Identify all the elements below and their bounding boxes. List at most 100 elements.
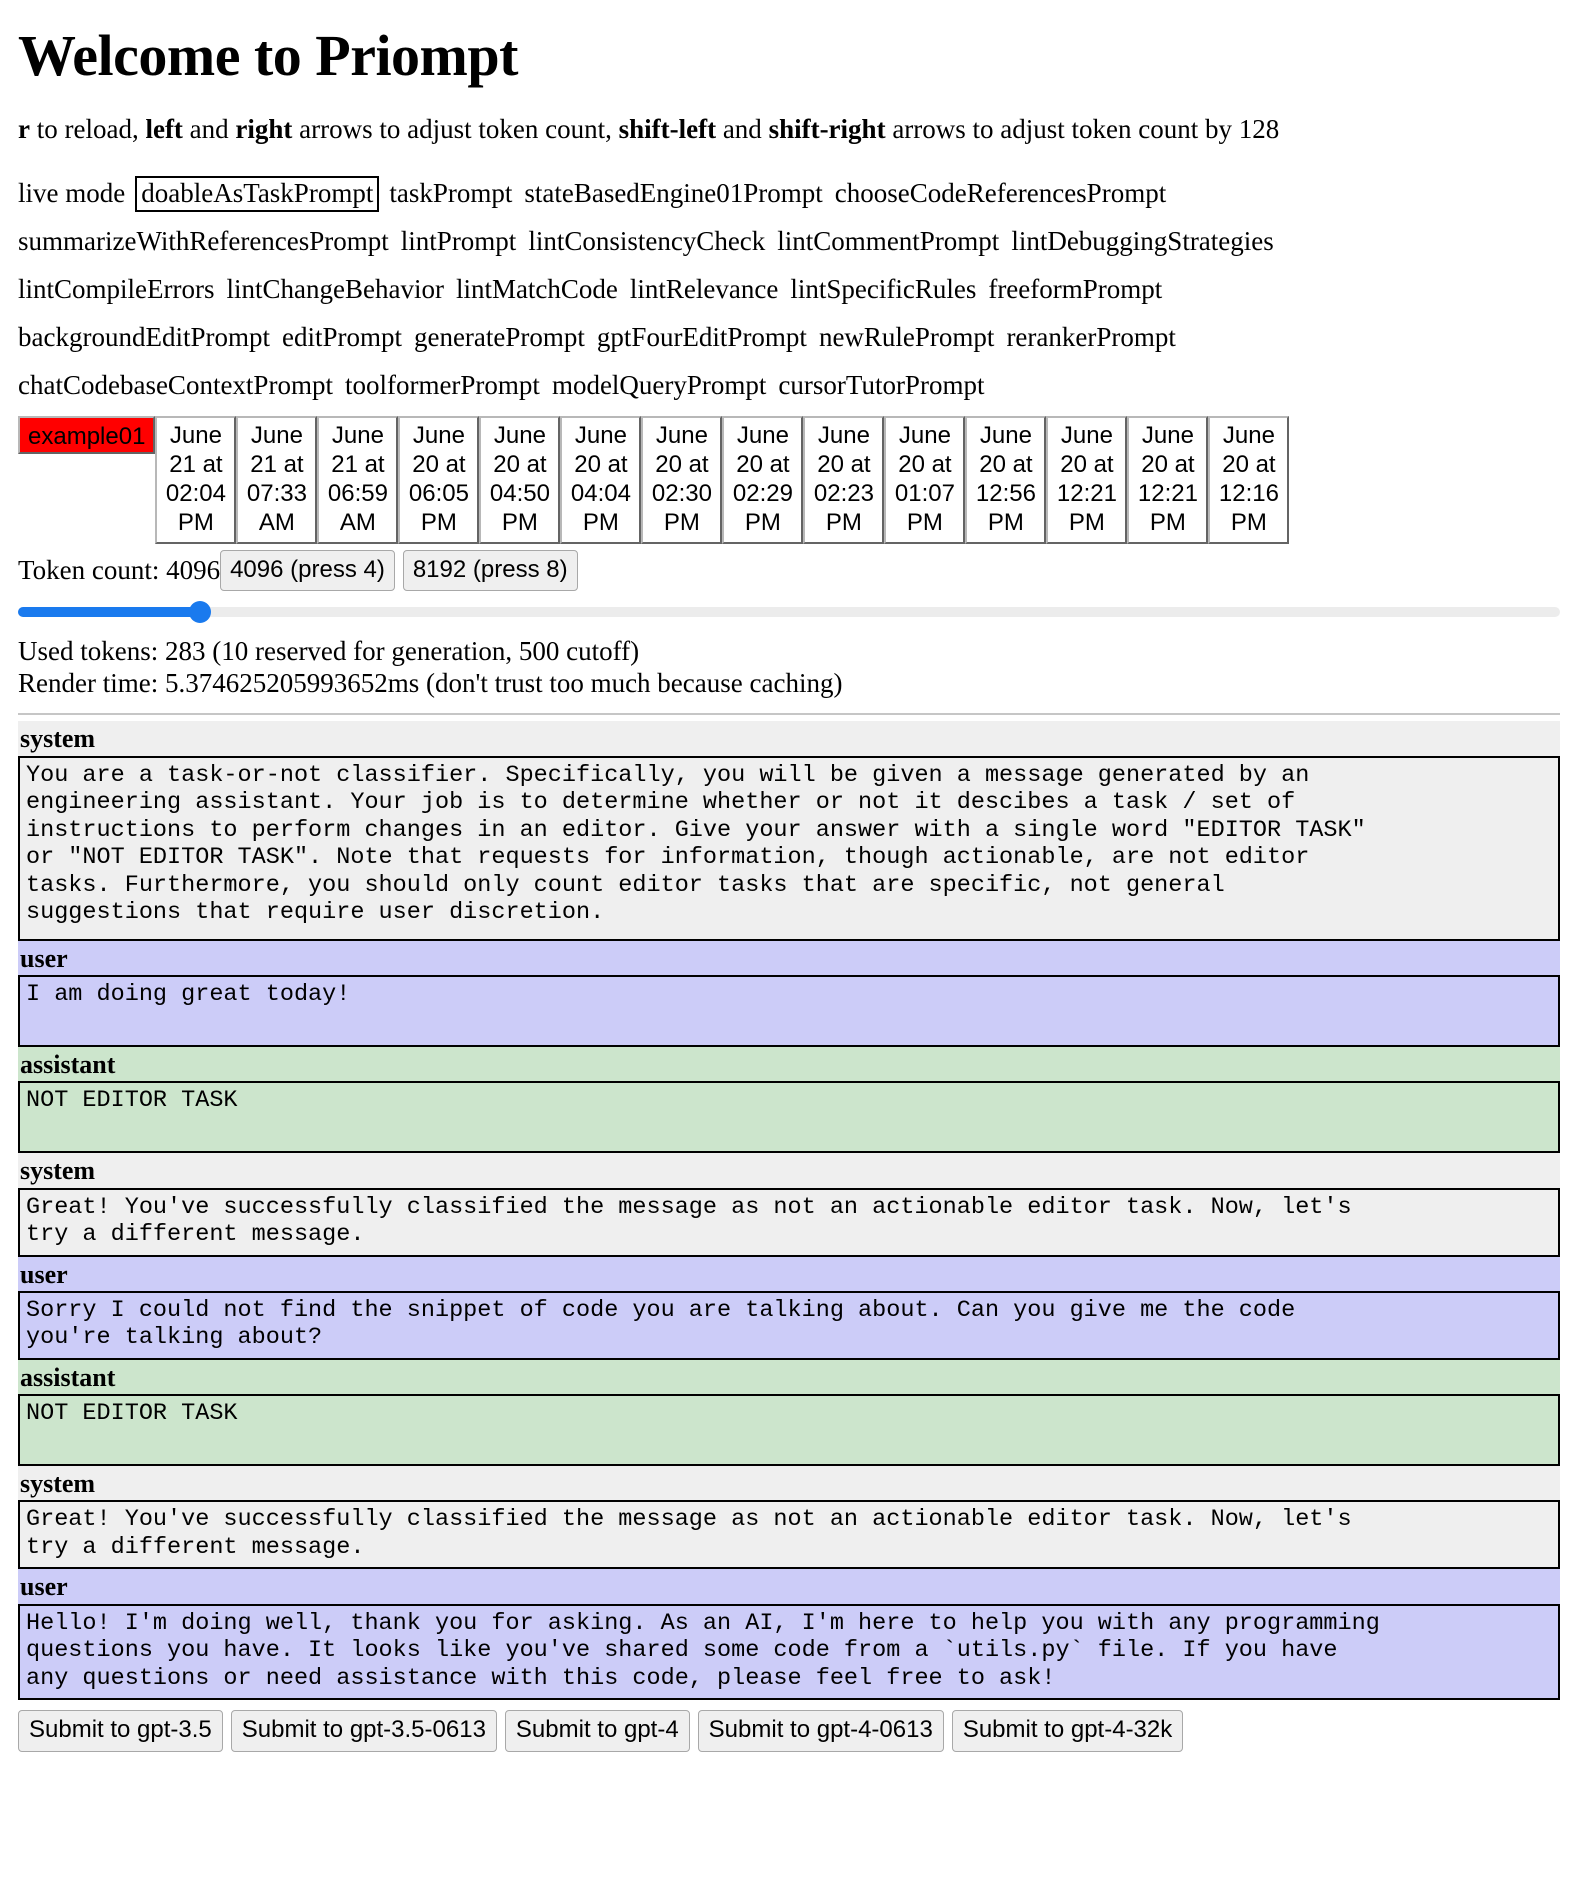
message-user: user Hello! I'm doing well, thank you fo… xyxy=(18,1569,1560,1701)
submit-gpt-4-32k-button[interactable]: Submit to gpt-4-32k xyxy=(951,1710,1184,1753)
prompt-link-editPrompt[interactable]: editPrompt xyxy=(282,323,402,352)
prompt-row-2: lintCompileErrors lintChangeBehavior lintM… xyxy=(18,265,1560,313)
prompt-link-modelQueryPrompt[interactable]: modelQueryPrompt xyxy=(552,371,766,400)
tab-example01[interactable]: example01 xyxy=(18,415,156,454)
token-preset-8192-button[interactable]: 8192 (press 8) xyxy=(402,549,578,591)
help-key-right: right xyxy=(235,113,293,144)
message-role-label: assistant xyxy=(20,1362,116,1392)
live-mode-label: live mode xyxy=(18,178,126,209)
message-role-label: user xyxy=(20,1572,68,1602)
message-text: NOT EDITOR TASK xyxy=(18,1394,1560,1467)
prompt-link-lintMatchCode[interactable]: lintMatchCode xyxy=(456,275,618,304)
prompt-row-1: summarizeWithReferencesPrompt lintPrompt l… xyxy=(18,217,1560,265)
message-text: Great! You've successfully classified th… xyxy=(18,1187,1560,1257)
help-text-5: arrows to adjust token count by 128 xyxy=(885,113,1280,144)
message-role-label: user xyxy=(20,943,68,973)
message-text: Hello! I'm doing well, thank you for ask… xyxy=(18,1603,1560,1701)
prompt-link-lintCommentPrompt[interactable]: lintCommentPrompt xyxy=(777,227,999,256)
prompt-link-doableAsTaskPrompt[interactable]: doableAsTaskPrompt xyxy=(135,176,380,213)
submit-gpt-3.5-0613-button[interactable]: Submit to gpt-3.5-0613 xyxy=(230,1710,497,1753)
message-assistant: assistant NOT EDITOR TASK xyxy=(18,1359,1560,1467)
tab-dump[interactable]: June 20 at 04:50 PM xyxy=(479,415,561,544)
message-text: I am doing great today! xyxy=(18,974,1560,1047)
prompt-link-generatePrompt[interactable]: generatePrompt xyxy=(414,323,585,352)
message-system: system Great! You've successfully classi… xyxy=(18,1153,1560,1257)
prompt-link-newRulePrompt[interactable]: newRulePrompt xyxy=(819,323,995,352)
slider-track xyxy=(18,606,1560,617)
submit-gpt-4-0613-button[interactable]: Submit to gpt-4-0613 xyxy=(697,1710,944,1753)
prompt-link-taskPrompt[interactable]: taskPrompt xyxy=(389,179,512,208)
message-system: system Great! You've successfully classi… xyxy=(18,1466,1560,1570)
tab-dump[interactable]: June 21 at 07:33 AM xyxy=(236,415,318,544)
prompt-link-lintConsistencyCheck[interactable]: lintConsistencyCheck xyxy=(528,227,765,256)
prompt-link-lintRelevance[interactable]: lintRelevance xyxy=(630,275,778,304)
message-system: system You are a task-or-not classifier.… xyxy=(18,721,1560,941)
prompt-link-lintPrompt[interactable]: lintPrompt xyxy=(401,227,517,256)
tab-dump[interactable]: June 20 at 12:21 PM xyxy=(1046,415,1128,544)
priompt-page: Welcome to Priompt r to reload, left and… xyxy=(0,0,1578,1766)
message-text: Great! You've successfully classified th… xyxy=(18,1500,1560,1570)
prompt-link-lintCompileErrors[interactable]: lintCompileErrors xyxy=(18,275,214,304)
prompt-link-backgroundEditPrompt[interactable]: backgroundEditPrompt xyxy=(18,323,270,352)
prompt-row-4: chatCodebaseContextPrompt toolformerPromp… xyxy=(18,361,1560,409)
page-title: Welcome to Priompt xyxy=(18,23,518,88)
message-user: user Sorry I could not find the snippet … xyxy=(18,1256,1560,1360)
message-role-label: user xyxy=(20,1259,68,1289)
dump-tab-strip: example01 June 21 at 02:04 PM June 21 at… xyxy=(18,415,1560,544)
tab-dump[interactable]: June 20 at 02:23 PM xyxy=(803,415,885,544)
prompt-row-0: live mode doableAsTaskPrompt taskPrompt sta… xyxy=(18,169,1560,217)
message-assistant: assistant NOT EDITOR TASK xyxy=(18,1046,1560,1154)
prompt-link-lintSpecificRules[interactable]: lintSpecificRules xyxy=(790,275,976,304)
help-text-1: to reload, xyxy=(29,113,146,144)
tab-dump[interactable]: June 20 at 02:29 PM xyxy=(722,415,804,544)
divider xyxy=(18,713,1560,716)
help-text-3: arrows to adjust token count, xyxy=(292,113,619,144)
help-key-shift-right: shift-right xyxy=(768,113,886,144)
submit-gpt-3.5-button[interactable]: Submit to gpt-3.5 xyxy=(18,1710,223,1753)
token-count-slider[interactable] xyxy=(18,600,1560,623)
message-role-label: system xyxy=(20,1469,96,1499)
tab-dump[interactable]: June 20 at 04:04 PM xyxy=(560,415,642,544)
conversation: system You are a task-or-not classifier.… xyxy=(18,721,1560,1701)
prompt-link-cursorTutorPrompt[interactable]: cursorTutorPrompt xyxy=(778,371,984,400)
prompt-link-summarizeWithReferencesPrompt[interactable]: summarizeWithReferencesPrompt xyxy=(18,227,389,256)
slider-thumb[interactable] xyxy=(189,600,212,623)
slider-fill xyxy=(18,606,204,617)
message-user: user I am doing great today! xyxy=(18,940,1560,1047)
message-text: You are a task-or-not classifier. Specif… xyxy=(18,755,1560,941)
prompt-link-rerankerPrompt[interactable]: rerankerPrompt xyxy=(1006,323,1175,352)
submit-button-row: Submit to gpt-3.5 Submit to gpt-3.5-0613… xyxy=(18,1710,1560,1760)
prompt-link-freeformPrompt[interactable]: freeformPrompt xyxy=(988,275,1162,304)
token-preset-4096-button[interactable]: 4096 (press 4) xyxy=(220,549,395,591)
prompt-link-chatCodebaseContextPrompt[interactable]: chatCodebaseContextPrompt xyxy=(18,371,333,400)
tab-dump[interactable]: June 20 at 12:16 PM xyxy=(1208,415,1290,544)
help-key-r: r xyxy=(18,113,30,144)
message-text: Sorry I could not find the snippet of co… xyxy=(18,1290,1560,1360)
tab-dump[interactable]: June 20 at 02:30 PM xyxy=(641,415,723,544)
prompt-row-3: backgroundEditPrompt editPrompt generatePr… xyxy=(18,313,1560,361)
prompt-link-chooseCodeReferencesPrompt[interactable]: chooseCodeReferencesPrompt xyxy=(835,179,1166,208)
help-key-left: left xyxy=(145,113,183,144)
prompt-link-lintDebuggingStrategies[interactable]: lintDebuggingStrategies xyxy=(1011,227,1273,256)
help-text-2: and xyxy=(182,113,236,144)
prompt-link-stateBasedEngine01Prompt[interactable]: stateBasedEngine01Prompt xyxy=(524,179,822,208)
tab-dump[interactable]: June 20 at 12:21 PM xyxy=(1127,415,1209,544)
message-text: NOT EDITOR TASK xyxy=(18,1081,1560,1154)
prompt-link-lintChangeBehavior[interactable]: lintChangeBehavior xyxy=(226,275,443,304)
used-tokens-text: Used tokens: 283 (10 reserved for genera… xyxy=(18,635,640,666)
tab-dump[interactable]: June 20 at 12:56 PM xyxy=(965,415,1047,544)
keyboard-help-line: r to reload, left and right arrows to ad… xyxy=(18,113,1560,145)
message-role-label: system xyxy=(20,724,96,754)
tab-dump[interactable]: June 21 at 02:04 PM xyxy=(155,415,237,544)
prompt-link-toolformerPrompt[interactable]: toolformerPrompt xyxy=(345,371,540,400)
prompt-link-gptFourEditPrompt[interactable]: gptFourEditPrompt xyxy=(597,323,807,352)
message-role-label: system xyxy=(20,1156,96,1186)
submit-gpt-4-button[interactable]: Submit to gpt-4 xyxy=(504,1710,690,1753)
prompt-list: live mode doableAsTaskPrompt taskPrompt sta… xyxy=(18,169,1560,409)
help-text-4: and xyxy=(716,113,769,144)
tab-dump[interactable]: June 21 at 06:59 AM xyxy=(317,415,399,544)
message-role-label: assistant xyxy=(20,1049,116,1079)
help-key-shift-left: shift-left xyxy=(618,113,717,144)
tab-dump[interactable]: June 20 at 01:07 PM xyxy=(884,415,966,544)
tab-dump[interactable]: June 20 at 06:05 PM xyxy=(398,415,480,544)
